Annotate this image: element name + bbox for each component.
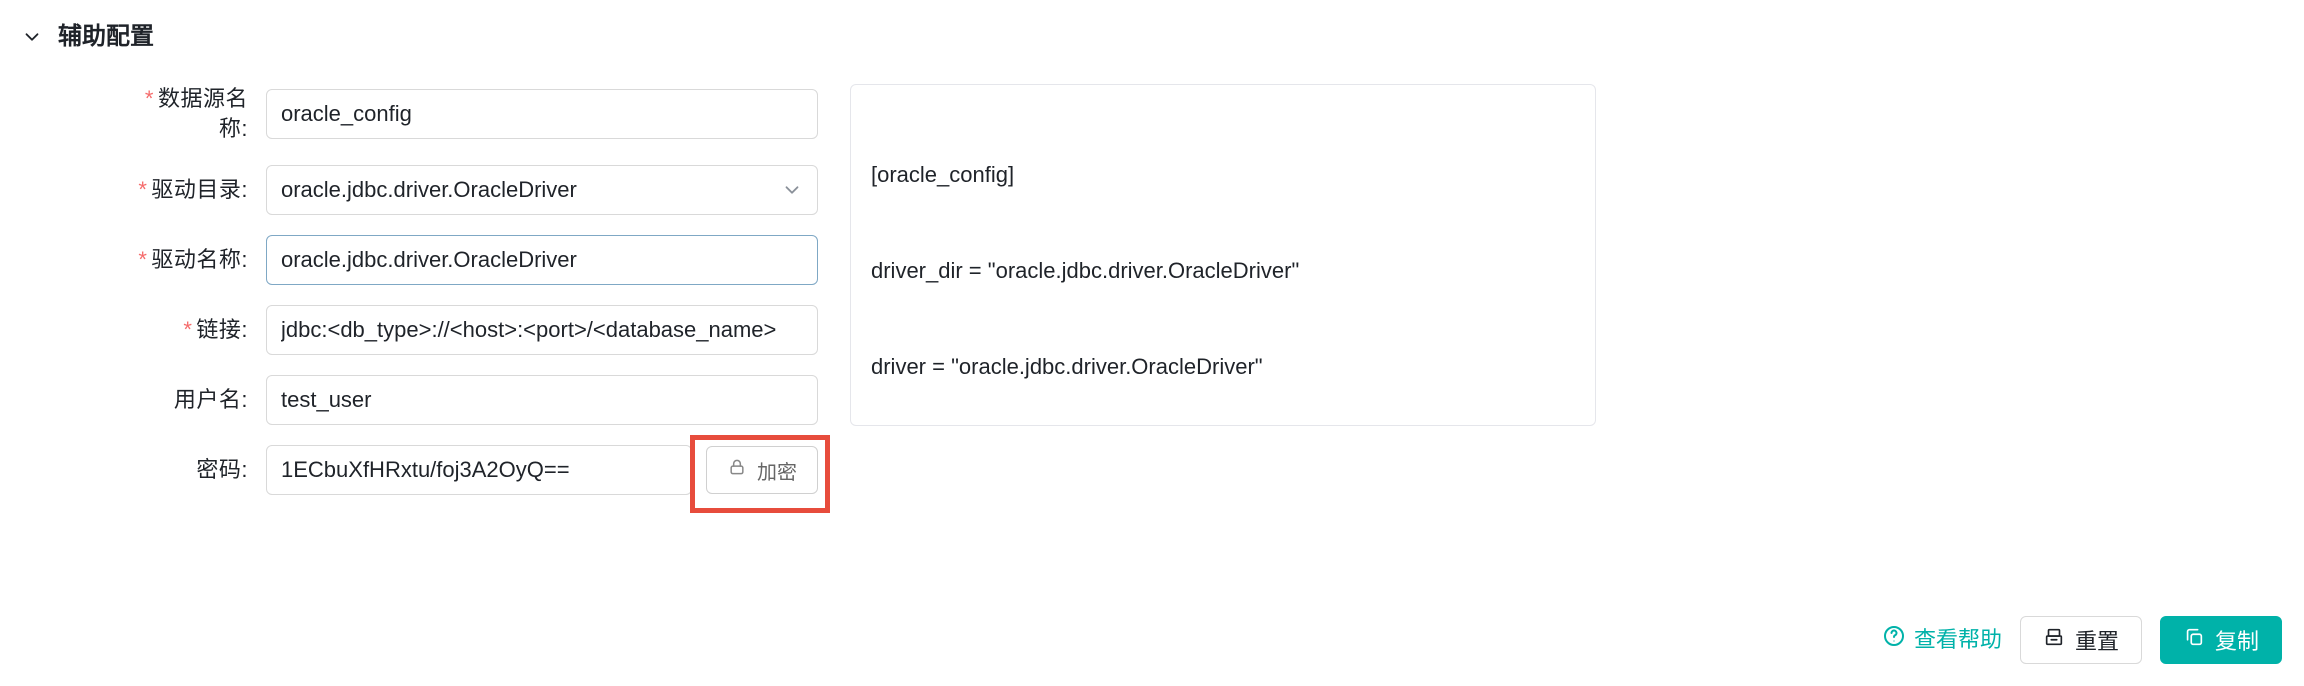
footer-actions: 查看帮助 重置 复制 [1882,616,2282,664]
driver-dir-select[interactable]: oracle.jdbc.driver.OracleDriver [266,165,818,215]
username-input[interactable] [266,375,818,425]
encrypt-button[interactable]: 加密 [706,446,818,494]
lock-icon [727,457,747,483]
output-line: [oracle_config] [871,158,1575,192]
reset-icon [2043,626,2065,654]
config-form: *数据源名称: *驱动目录: oracle.jdbc.driver.Oracle… [118,84,818,496]
help-icon [1882,624,1906,657]
config-output[interactable]: [oracle_config] driver_dir = "oracle.jdb… [850,84,1596,426]
label-url: *链接: [118,315,248,346]
label-driver-dir: *驱动目录: [118,175,248,206]
label-datasource-name: *数据源名称: [118,84,248,146]
copy-icon [2183,626,2205,654]
driver-name-input[interactable] [266,235,818,285]
section-header[interactable]: 辅助配置 [20,20,2280,54]
label-password: 密码: [118,455,248,486]
section-title: 辅助配置 [58,20,154,54]
datasource-name-input[interactable] [266,89,818,139]
password-input[interactable] [266,445,692,495]
chevron-down-icon [20,25,44,49]
output-line: driver_dir = "oracle.jdbc.driver.OracleD… [871,254,1575,288]
label-username: 用户名: [118,385,248,416]
output-line: driver = "oracle.jdbc.driver.OracleDrive… [871,350,1575,384]
label-driver-name: *驱动名称: [118,245,248,276]
reset-button[interactable]: 重置 [2020,616,2142,664]
url-input[interactable] [266,305,818,355]
chevron-down-icon [781,179,803,201]
help-link[interactable]: 查看帮助 [1882,624,2002,657]
copy-button[interactable]: 复制 [2160,616,2282,664]
